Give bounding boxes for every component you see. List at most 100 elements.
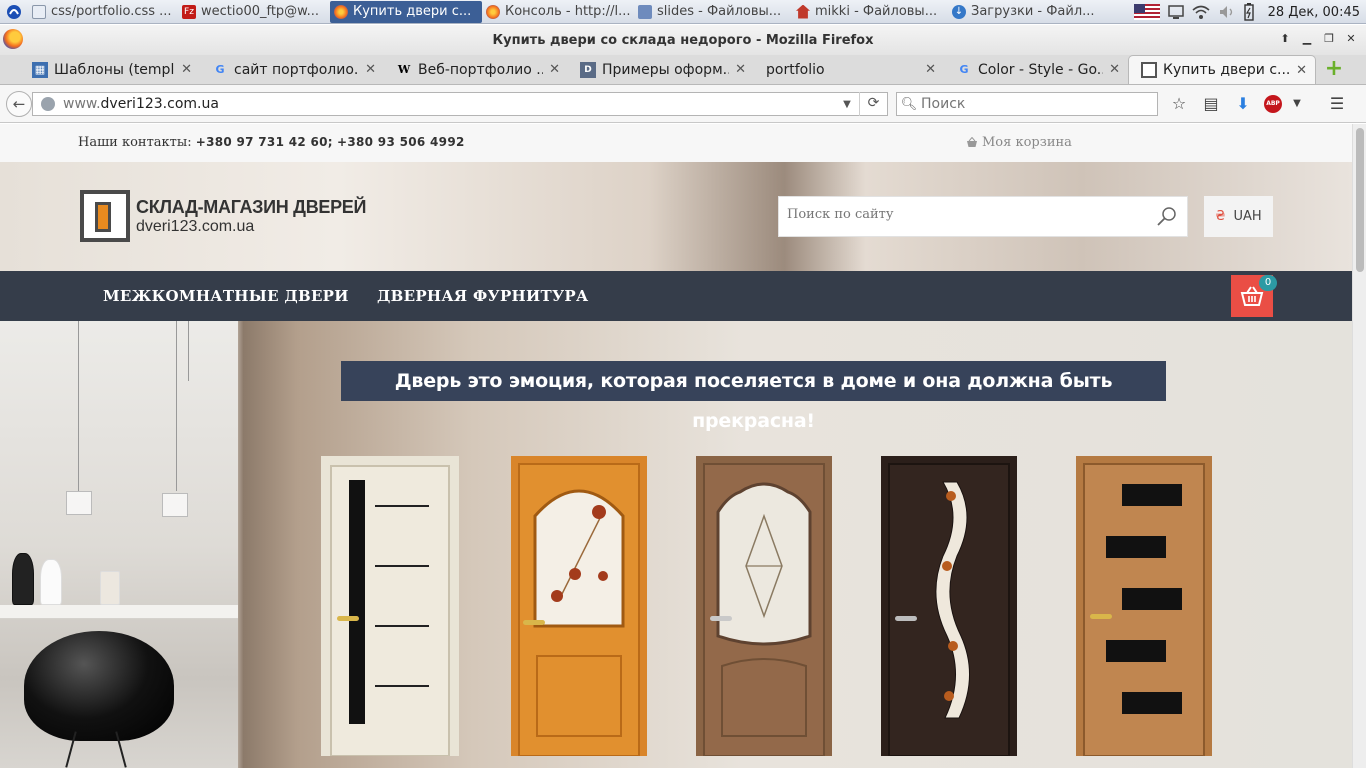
currency-selector[interactable]: ₴ UAH	[1204, 196, 1273, 237]
door-product-4[interactable]	[881, 456, 1017, 756]
door-product-2[interactable]	[511, 456, 647, 756]
folder-icon	[638, 4, 652, 19]
tab-close-icon[interactable]: ✕	[1109, 62, 1120, 77]
tab-label: Color - Style - Go...	[978, 61, 1104, 78]
site-header: СКЛАД-МАГАЗИН ДВЕРЕЙ dveri123.com.ua ₴ U…	[0, 162, 1352, 271]
new-tab-icon[interactable]: +	[1324, 58, 1344, 80]
os-taskbar: css/portfolio.css ... Fz wectio00_ftp@w.…	[0, 0, 1366, 24]
my-cart-link[interactable]: Моя корзина	[966, 135, 1072, 150]
tab-label: Шаблоны (templ...	[54, 61, 176, 78]
tab-close-icon[interactable]: ✕	[181, 62, 192, 77]
network-manager-icon[interactable]	[1167, 4, 1184, 20]
door-image	[881, 456, 1017, 756]
firefox-icon	[334, 4, 348, 19]
battery-icon[interactable]	[1243, 3, 1254, 21]
browser-nav-bar: ← www.dveri123.com.ua ▼ ⟳ 🔍︎ ☆ ▤ ⬇ ABP ▼…	[0, 85, 1366, 123]
url-bar[interactable]: www.dveri123.com.ua ▼ ⟳	[32, 92, 888, 116]
browser-tab-3[interactable]: D Примеры оформ... ✕	[568, 55, 754, 84]
task-label: Загрузки - Файл...	[971, 4, 1095, 19]
browser-tab-1[interactable]: G сайт портфолио... ✕	[200, 55, 384, 84]
door-product-5[interactable]	[1076, 456, 1212, 756]
us-flag-icon[interactable]	[1133, 4, 1160, 20]
download-icon: ↓	[952, 4, 966, 19]
taskbar-task-2[interactable]: Купить двери с...	[330, 0, 482, 23]
start-menu-button[interactable]	[0, 0, 28, 24]
currency-label: UAH	[1233, 209, 1262, 224]
hero-banner: Дверь это эмоция, которая поселяется в д…	[0, 321, 1352, 768]
taskbar-task-0[interactable]: css/portfolio.css ...	[28, 1, 178, 23]
door-logo-icon	[80, 190, 130, 242]
reload-icon[interactable]: ⟳	[859, 92, 887, 116]
door-image	[696, 456, 832, 756]
task-label: mikki - Файловы...	[815, 4, 938, 19]
menu-icon[interactable]: ☰	[1326, 93, 1348, 115]
cart-count-badge: 0	[1259, 275, 1277, 291]
close-icon[interactable]: ✕	[1342, 31, 1360, 47]
adblock-icon[interactable]: ABP	[1264, 95, 1282, 113]
reading-list-icon[interactable]: ▤	[1200, 93, 1222, 115]
browser-search-bar[interactable]: 🔍︎	[896, 92, 1158, 116]
door-product-1[interactable]	[321, 456, 459, 756]
site-info-icon[interactable]	[41, 97, 55, 111]
firefox-icon	[486, 4, 500, 19]
logo-title: СКЛАД-МАГАЗИН ДВЕРЕЙ	[136, 196, 367, 217]
task-label: wectio00_ftp@w...	[201, 4, 320, 19]
browser-tab-2[interactable]: W Веб-портфолио ... ✕	[384, 55, 568, 84]
interior-photo	[0, 321, 238, 768]
maximize-icon[interactable]: ❐	[1320, 31, 1338, 47]
tab-close-icon[interactable]: ✕	[1296, 63, 1307, 78]
browser-tab-6[interactable]: Купить двери с... ✕	[1128, 55, 1316, 84]
system-logo-icon	[7, 4, 21, 19]
taskbar-task-5[interactable]: mikki - Файловы...	[792, 1, 948, 23]
chair-image	[24, 631, 174, 741]
search-icon[interactable]	[1155, 205, 1179, 229]
window-icon	[32, 4, 46, 19]
minimize-icon[interactable]: ▁	[1298, 31, 1316, 47]
tab-label: Примеры оформ...	[602, 61, 730, 78]
site-search-box	[778, 196, 1188, 237]
taskbar-task-1[interactable]: Fz wectio00_ftp@w...	[178, 1, 330, 23]
url-dropdown-icon[interactable]: ▼	[835, 99, 859, 110]
task-label: Консоль - http://l...	[505, 4, 631, 19]
google-icon: G	[215, 63, 225, 76]
door-image	[1076, 456, 1212, 756]
task-label: css/portfolio.css ...	[51, 4, 172, 19]
taskbar-task-3[interactable]: Консоль - http://l...	[482, 1, 634, 23]
tab-close-icon[interactable]: ✕	[735, 62, 746, 77]
window-up-icon[interactable]: ⬆	[1276, 31, 1294, 47]
tab-close-icon[interactable]: ✕	[365, 62, 376, 77]
site-search-input[interactable]	[787, 207, 1147, 222]
scrollbar-thumb[interactable]	[1356, 128, 1364, 272]
tab-close-icon[interactable]: ✕	[549, 62, 560, 77]
browser-tab-0[interactable]: ▦ Шаблоны (templ... ✕	[20, 55, 200, 84]
basket-icon	[967, 137, 977, 147]
page-scrollbar[interactable]	[1352, 124, 1366, 768]
url-text[interactable]: www.dveri123.com.ua	[63, 96, 835, 112]
site-icon	[1141, 62, 1157, 78]
task-label: Купить двери с...	[353, 4, 472, 19]
site-logo[interactable]: СКЛАД-МАГАЗИН ДВЕРЕЙ dveri123.com.ua	[80, 190, 366, 242]
search-icon: 🔍︎	[900, 96, 918, 112]
filezilla-icon: Fz	[182, 4, 196, 19]
bookmark-star-icon[interactable]: ☆	[1168, 93, 1190, 115]
phone-2[interactable]: +380 93 506 4992	[337, 135, 465, 149]
volume-icon[interactable]	[1218, 4, 1236, 20]
browser-search-input[interactable]	[921, 96, 1141, 112]
menu-item-interior-doors[interactable]: МЕЖКОМНАТНЫЕ ДВЕРИ	[103, 287, 349, 305]
browser-tab-5[interactable]: G Color - Style - Go... ✕	[944, 55, 1128, 84]
back-button[interactable]: ←	[6, 91, 32, 117]
phone-1[interactable]: +380 97 731 42 60;	[196, 135, 333, 149]
tab-close-icon[interactable]: ✕	[925, 62, 936, 77]
adblock-dropdown-icon[interactable]: ▼	[1292, 93, 1302, 115]
taskbar-task-6[interactable]: ↓ Загрузки - Файл...	[948, 1, 1102, 23]
web-page: Наши контакты: +380 97 731 42 60; +380 9…	[0, 124, 1352, 768]
url-prefix: www.	[63, 96, 101, 112]
downloads-icon[interactable]: ⬇	[1232, 93, 1254, 115]
clock[interactable]: 28 Дек, 00:45	[1268, 5, 1360, 20]
taskbar-task-4[interactable]: slides - Файловы...	[634, 1, 792, 23]
system-tray: 28 Дек, 00:45	[1133, 0, 1366, 24]
door-product-3[interactable]	[696, 456, 832, 756]
browser-tab-4[interactable]: portfolio ✕	[754, 55, 944, 84]
wifi-icon[interactable]	[1192, 4, 1210, 20]
menu-item-door-hardware[interactable]: ДВЕРНАЯ ФУРНИТУРА	[377, 287, 589, 305]
